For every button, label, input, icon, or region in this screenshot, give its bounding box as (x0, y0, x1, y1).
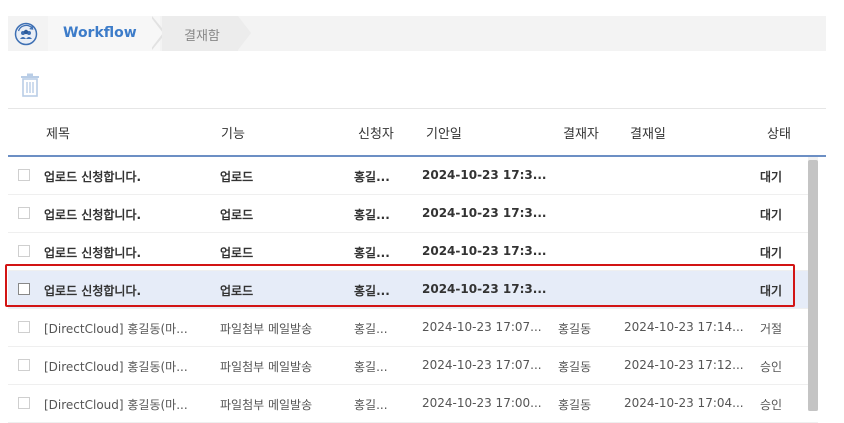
cell-title[interactable]: 업로드 신청합니다. (44, 282, 141, 299)
cell-function: 업로드 (220, 170, 254, 184)
cell-draft-date: 2024-10-23 17:3... (422, 282, 547, 296)
column-header-function[interactable]: 기능 (221, 123, 245, 142)
column-header-approver[interactable]: 결재자 (563, 123, 599, 142)
cell-approver: 홍길동 (558, 360, 592, 374)
cell-title[interactable]: [DirectCloud] 홍길동(마... (44, 358, 188, 375)
breadcrumb: Workflow 결재함 (8, 16, 826, 51)
breadcrumb-end-arrow (238, 16, 251, 50)
breadcrumb-workflow-label: Workflow (63, 25, 137, 41)
table-row[interactable]: [DirectCloud] 홍길동(마... 파일첨부 메일발송 홍길... 2024… (8, 347, 818, 385)
cell-status: 대기 (760, 284, 783, 298)
cell-draft-date: 2024-10-23 17:3... (422, 244, 547, 258)
row-checkbox[interactable] (18, 207, 30, 219)
cell-approver: 홍길동 (558, 398, 592, 412)
cell-applicant: 홍길... (354, 208, 390, 222)
cell-status: 대기 (760, 208, 783, 222)
table-row[interactable]: 업로드 신청합니다. 업로드 홍길... 2024-10-23 17:3... 대기 (8, 271, 818, 309)
cell-title[interactable]: 업로드 신청합니다. (44, 206, 141, 223)
cell-title[interactable]: 업로드 신청합니다. (44, 168, 141, 185)
scrollbar-thumb[interactable] (808, 160, 818, 411)
cell-approval-date: 2024-10-23 17:12... (624, 358, 744, 372)
table-row[interactable]: 업로드 신청합니다. 업로드 홍길... 2024-10-23 17:3... 대기 (8, 195, 818, 233)
cell-title[interactable]: [DirectCloud] 홍길동(마... (44, 320, 188, 337)
breadcrumb-current-label: 결재함 (184, 29, 220, 44)
cell-applicant: 홍길... (354, 322, 388, 336)
table-header: 제목 기능 신청자 기안일 결재자 결재일 상태 (8, 109, 826, 157)
cell-function: 파일첨부 메일발송 (220, 322, 313, 336)
table-row[interactable]: [DirectCloud] 홍길동(마... 파일첨부 메일발송 홍길... 2024… (8, 385, 818, 423)
cell-title[interactable]: [DirectCloud] 홍길동(마... (44, 396, 188, 413)
row-checkbox[interactable] (18, 359, 30, 371)
cell-draft-date: 2024-10-23 17:00... (422, 396, 542, 410)
column-header-applicant[interactable]: 신청자 (358, 123, 394, 142)
column-header-status[interactable]: 상태 (767, 123, 791, 142)
column-header-draft-date[interactable]: 기안일 (426, 123, 462, 142)
breadcrumb-workflow[interactable]: Workflow (48, 16, 160, 51)
workflow-home-icon[interactable] (14, 22, 38, 46)
row-checkbox[interactable] (18, 321, 30, 333)
cell-approval-date: 2024-10-23 17:14... (624, 320, 744, 334)
cell-applicant: 홍길... (354, 284, 390, 298)
row-checkbox[interactable] (18, 283, 30, 295)
cell-applicant: 홍길... (354, 398, 388, 412)
cell-approval-date: 2024-10-23 17:04... (624, 396, 744, 410)
cell-applicant: 홍길... (354, 360, 388, 374)
cell-applicant: 홍길... (354, 246, 390, 260)
cell-function: 업로드 (220, 284, 254, 298)
row-checkbox[interactable] (18, 245, 30, 257)
cell-approver: 홍길동 (558, 322, 592, 336)
cell-function: 업로드 (220, 208, 254, 222)
cell-status: 승인 (760, 360, 783, 374)
cell-function: 파일첨부 메일발송 (220, 398, 313, 412)
cell-applicant: 홍길... (354, 170, 390, 184)
breadcrumb-current: 결재함 (162, 16, 238, 51)
row-checkbox[interactable] (18, 397, 30, 409)
cell-status: 대기 (760, 246, 783, 260)
table-row[interactable]: 업로드 신청합니다. 업로드 홍길... 2024-10-23 17:3... 대기 (8, 233, 818, 271)
cell-draft-date: 2024-10-23 17:07... (422, 320, 542, 334)
table-row[interactable]: [DirectCloud] 홍길동(마... 파일첨부 메일발송 홍길... 2024… (8, 309, 818, 347)
cell-draft-date: 2024-10-23 17:07... (422, 358, 542, 372)
cell-status: 승인 (760, 398, 783, 412)
trash-icon[interactable] (19, 73, 41, 97)
table-body: 업로드 신청합니다. 업로드 홍길... 2024-10-23 17:3... 대기 업로… (8, 157, 818, 423)
column-header-title[interactable]: 제목 (46, 123, 70, 142)
column-header-approval-date[interactable]: 결재일 (630, 123, 666, 142)
vertical-scrollbar[interactable] (808, 157, 818, 411)
cell-title[interactable]: 업로드 신청합니다. (44, 244, 141, 261)
cell-function: 업로드 (220, 246, 254, 260)
table-row[interactable]: 업로드 신청합니다. 업로드 홍길... 2024-10-23 17:3... 대기 (8, 157, 818, 195)
cell-draft-date: 2024-10-23 17:3... (422, 168, 547, 182)
cell-status: 대기 (760, 170, 783, 184)
cell-status: 거절 (760, 322, 783, 336)
cell-draft-date: 2024-10-23 17:3... (422, 206, 547, 220)
row-checkbox[interactable] (18, 169, 30, 181)
cell-function: 파일첨부 메일발송 (220, 360, 313, 374)
